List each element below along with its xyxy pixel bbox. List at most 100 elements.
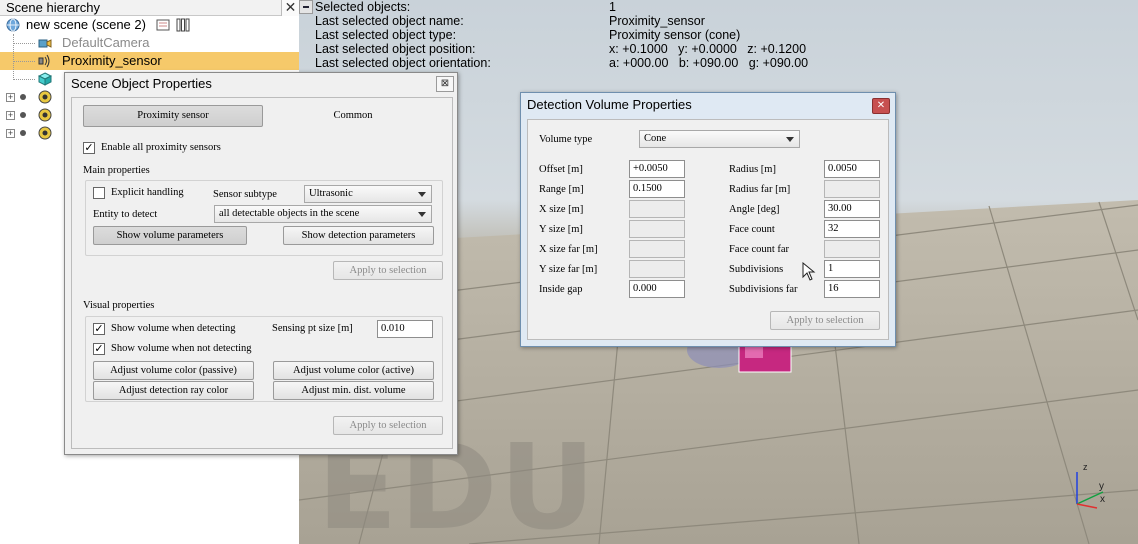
viewport-menu-handle[interactable] [299, 0, 313, 14]
show-volume-not-detecting-checkbox[interactable]: ✓ [93, 343, 105, 355]
subdivisions-input[interactable]: 1 [824, 260, 880, 278]
range-label: Range [m] [539, 184, 584, 195]
chevron-down-icon [786, 137, 794, 142]
shape-cube-icon [38, 72, 52, 86]
info-value-type: Proximity sensor (cone) [609, 28, 741, 42]
subdivisions-label: Subdivisions [729, 264, 784, 275]
show-volume-parameters-button[interactable]: Show volume parameters [93, 226, 247, 245]
y-size-far-label: Y size far [m] [539, 264, 598, 275]
scene-object-properties-dialog: Scene Object Properties ⊠ Proximity sens… [64, 72, 458, 455]
face-count-far-label: Face count far [729, 244, 790, 255]
node-dot [20, 112, 26, 118]
volume-type-label: Volume type [539, 134, 593, 145]
info-label-orientation: Last selected object orientation: [315, 56, 491, 70]
hierarchy-close-button[interactable]: ✕ [281, 0, 299, 16]
sensing-pt-size-input[interactable]: 0.010 [377, 320, 433, 338]
show-volume-not-detecting-label: Show volume when not detecting [111, 343, 252, 354]
adjust-detection-ray-color-button[interactable]: Adjust detection ray color [93, 381, 254, 400]
scene-props-title[interactable]: Scene Object Properties [65, 73, 457, 95]
info-value-name: Proximity_sensor [609, 14, 705, 28]
face-count-far-input[interactable] [824, 240, 880, 258]
robot-model-icon [38, 90, 52, 104]
entity-to-detect-dropdown[interactable]: all detectable objects in the scene [214, 205, 432, 223]
volume-type-dropdown[interactable]: Cone [639, 130, 800, 148]
volume-props-title[interactable]: Detection Volume Properties [521, 93, 895, 117]
radius-input[interactable]: 0.0050 [824, 160, 880, 178]
enable-all-label: Enable all proximity sensors [101, 142, 221, 153]
info-label-selected: Selected objects: [315, 0, 411, 14]
face-count-label: Face count [729, 224, 775, 235]
mouse-cursor-icon [802, 262, 816, 281]
robot-model-icon [38, 108, 52, 122]
scene-root-icon [6, 18, 20, 32]
radius-far-label: Radius far [m] [729, 184, 791, 195]
scene-edit-icon[interactable] [156, 18, 170, 32]
y-size-input[interactable] [629, 220, 685, 238]
tab-proximity-sensor[interactable]: Proximity sensor [83, 105, 263, 127]
adjust-volume-color-active-button[interactable]: Adjust volume color (active) [273, 361, 434, 380]
inside-gap-input[interactable]: 0.000 [629, 280, 685, 298]
subdivisions-far-label: Subdivisions far [729, 284, 798, 295]
range-input[interactable]: 0.1500 [629, 180, 685, 198]
info-label-position: Last selected object position: [315, 42, 476, 56]
radius-label: Radius [m] [729, 164, 776, 175]
scene-root-label[interactable]: new scene (scene 2) [26, 16, 146, 34]
adjust-min-dist-volume-button[interactable]: Adjust min. dist. volume [273, 381, 434, 400]
show-volume-detecting-label: Show volume when detecting [111, 323, 236, 334]
main-properties-heading: Main properties [83, 165, 150, 176]
axis-z-label: z [1083, 462, 1088, 472]
tree-item-proximity-sensor[interactable]: Proximity_sensor [62, 52, 162, 70]
entity-to-detect-label: Entity to detect [93, 209, 158, 220]
sensor-subtype-dropdown[interactable]: Ultrasonic [304, 185, 432, 203]
angle-input[interactable]: 30.00 [824, 200, 880, 218]
tree-item-defaultcamera[interactable]: DefaultCamera [62, 34, 149, 52]
node-dot [20, 94, 26, 100]
radius-far-input[interactable] [824, 180, 880, 198]
tab-common[interactable]: Common [272, 105, 434, 127]
offset-input[interactable]: +0.0050 [629, 160, 685, 178]
volume-apply-to-selection-button[interactable]: Apply to selection [770, 311, 880, 330]
axis-x-label: x [1100, 494, 1105, 505]
info-value-orientation: a: +000.00 b: +090.00 g: +090.00 [609, 56, 809, 70]
axis-gizmo-icon: z y x [1076, 462, 1105, 509]
scene-props-body: Proximity sensor Common ✓ Enable all pro… [71, 97, 453, 449]
entity-to-detect-value: all detectable objects in the scene [219, 208, 360, 219]
sensing-pt-size-label: Sensing pt size [m] [272, 323, 353, 334]
x-size-far-input[interactable] [629, 240, 685, 258]
node-dot [20, 130, 26, 136]
x-size-input[interactable] [629, 200, 685, 218]
show-detection-parameters-button[interactable]: Show detection parameters [283, 226, 434, 245]
tree-line [13, 79, 35, 80]
chevron-down-icon [418, 212, 426, 217]
info-label-name: Last selected object name: [315, 14, 464, 28]
subdivisions-far-input[interactable]: 16 [824, 280, 880, 298]
explicit-handling-label: Explicit handling [111, 187, 184, 198]
apply-to-selection-button-visual[interactable]: Apply to selection [333, 416, 443, 435]
apply-to-selection-button-main[interactable]: Apply to selection [333, 261, 443, 280]
volume-props-close-button[interactable]: ✕ [872, 98, 890, 114]
inside-gap-label: Inside gap [539, 284, 583, 295]
x-size-label: X size [m] [539, 204, 584, 215]
y-size-far-input[interactable] [629, 260, 685, 278]
show-volume-detecting-checkbox[interactable]: ✓ [93, 323, 105, 335]
explicit-handling-checkbox[interactable] [93, 187, 105, 199]
info-value-position: x: +0.1000 y: +0.0000 z: +0.1200 [609, 42, 807, 56]
hierarchy-header: Scene hierarchy ✕ [0, 0, 299, 16]
expand-toggle[interactable]: + [6, 93, 15, 102]
enable-all-checkbox[interactable]: ✓ [83, 142, 95, 154]
x-size-far-label: X size far [m] [539, 244, 598, 255]
expand-toggle[interactable]: + [6, 111, 15, 120]
visual-properties-heading: Visual properties [83, 300, 155, 311]
volume-props-body: Volume type Cone Offset [m] +0.0050 Rang… [527, 119, 889, 340]
camera-icon [38, 39, 52, 48]
y-size-label: Y size [m] [539, 224, 583, 235]
info-value-selected: 1 [609, 0, 616, 14]
scene-props-close-button[interactable]: ⊠ [436, 76, 454, 92]
face-count-input[interactable]: 32 [824, 220, 880, 238]
scene-layers-icon[interactable] [176, 18, 190, 32]
robot-model-icon [38, 126, 52, 140]
hierarchy-title: Scene hierarchy [6, 0, 100, 15]
adjust-volume-color-passive-button[interactable]: Adjust volume color (passive) [93, 361, 254, 380]
expand-toggle[interactable]: + [6, 129, 15, 138]
info-label-type: Last selected object type: [315, 28, 457, 42]
